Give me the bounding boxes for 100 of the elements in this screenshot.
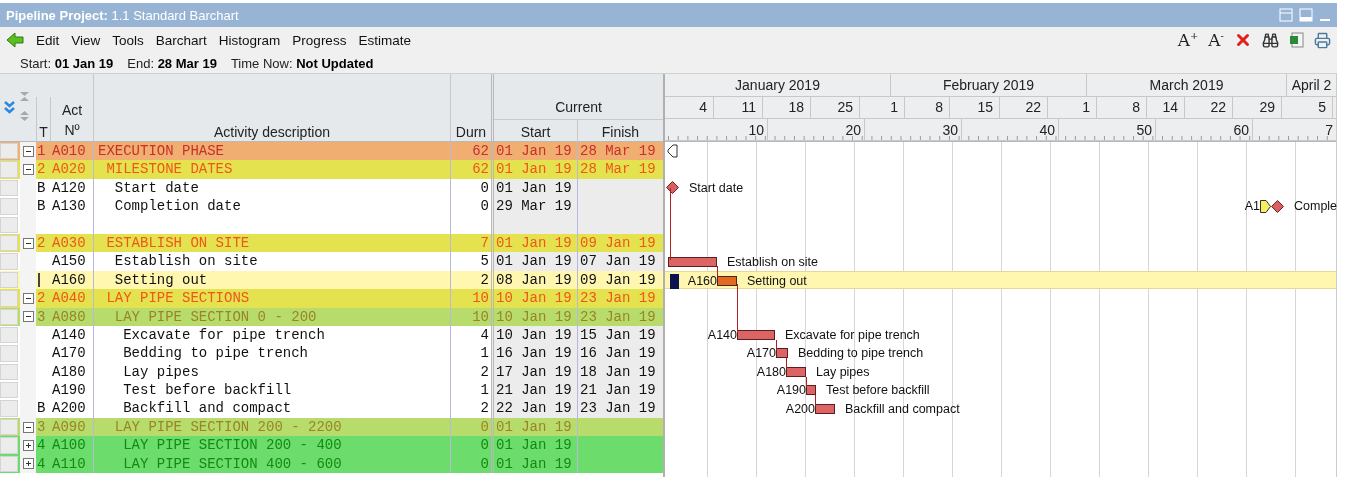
- table-cell: 1: [37, 143, 46, 159]
- font-size-button[interactable]: A$^{+}$: [1177, 30, 1199, 50]
- row-selector[interactable]: [0, 382, 18, 399]
- bar-label: Bedding to pipe trench: [798, 346, 924, 361]
- table-cell: 2: [37, 234, 46, 251]
- bar-label: Excavate for pipe trench: [785, 328, 920, 343]
- collapse-toggle[interactable]: [22, 237, 34, 249]
- font-size-button[interactable]: A$^{-}$: [1208, 30, 1224, 50]
- table-row[interactable]: B A130 Completion date 0 29 Mar 19: [0, 197, 663, 216]
- delete-icon[interactable]: [1234, 31, 1252, 49]
- menu-item[interactable]: Histogram: [218, 32, 281, 48]
- table-cell: 23 Jan 19: [580, 308, 656, 325]
- table-cell: 0: [480, 198, 489, 215]
- table-cell: 62: [472, 161, 489, 178]
- bar-label: A160: [687, 273, 717, 288]
- menu-item[interactable]: Tools: [112, 32, 144, 48]
- task-bar[interactable]: [806, 385, 816, 396]
- expand-all-icon[interactable]: [4, 101, 15, 115]
- table-cell: 01 Jan 19: [496, 455, 572, 472]
- row-selector[interactable]: [0, 198, 18, 215]
- restore-window-icon[interactable]: [1299, 8, 1313, 22]
- milestone-diamond-icon: [666, 181, 679, 195]
- bar-label: A170: [746, 346, 776, 361]
- table-cell: 28 Mar 19: [580, 143, 656, 159]
- table-cell: EXECUTION PHASE: [98, 143, 225, 159]
- milestone-diamond-icon: [1271, 199, 1284, 213]
- table-row[interactable]: A190 Test before backfill 1 21 Jan 19 21 Jan 19: [0, 381, 663, 400]
- table-cell: B: [37, 179, 46, 196]
- row-selector[interactable]: [0, 363, 18, 381]
- task-bar[interactable]: [737, 330, 775, 341]
- table-cell: 2: [480, 400, 489, 417]
- table-cell: 0: [480, 455, 489, 472]
- menu-item[interactable]: Edit: [36, 32, 60, 48]
- menu-item[interactable]: Barchart: [155, 32, 207, 48]
- week-label: 22: [1210, 99, 1226, 116]
- collapse-toggle[interactable]: [22, 311, 34, 323]
- table-row[interactable]: A150 Establish on site 5 01 Jan 19 07 Jan 19: [0, 252, 663, 271]
- week-label: 8: [935, 99, 943, 116]
- task-bar[interactable]: [786, 366, 806, 377]
- table-cell: A010: [52, 143, 86, 159]
- printer-icon[interactable]: [1314, 31, 1331, 49]
- task-bar[interactable]: [668, 256, 717, 267]
- collapse-toggle[interactable]: [22, 164, 34, 176]
- table-cell: 4: [480, 326, 489, 343]
- collapse-toggle[interactable]: [22, 145, 34, 157]
- bar-label: Setting out: [747, 273, 807, 288]
- task-bar[interactable]: [815, 403, 835, 414]
- table-cell: 10: [472, 308, 489, 325]
- collapse-toggle[interactable]: [22, 292, 34, 304]
- table-cell: 10 Jan 19: [496, 290, 572, 307]
- table-cell: 01 Jan 19: [496, 143, 572, 159]
- table-cell: 10 Jan 19: [496, 308, 572, 325]
- window-title: Pipeline Project: 1.1 Standard Barchart: [6, 7, 239, 23]
- tile-window-icon[interactable]: [1279, 8, 1293, 22]
- table-cell: LAY PIPE SECTION 200 - 2200: [114, 418, 342, 435]
- table-cell: 28 Mar 19: [580, 161, 656, 178]
- day-number-label: 10: [748, 121, 764, 138]
- table-cell: 2: [480, 271, 489, 288]
- table-cell: A020: [52, 161, 86, 178]
- table-cell: 21 Jan 19: [580, 382, 656, 399]
- table-cell: ESTABLISH ON SITE: [106, 234, 250, 251]
- table-cell: A140: [52, 326, 86, 343]
- menu-item[interactable]: Estimate: [358, 32, 411, 48]
- bar-label: A180: [756, 364, 786, 379]
- bar-label: Backfill and compact: [845, 401, 960, 416]
- menu-item[interactable]: Progress: [292, 32, 347, 48]
- expand-toggle[interactable]: [22, 458, 34, 470]
- table-cell: Establish on site: [114, 253, 258, 270]
- binoculars-icon[interactable]: [1262, 31, 1279, 49]
- row-selector[interactable]: [0, 345, 18, 362]
- bar-label: Comple: [1294, 199, 1338, 214]
- week-label: 4: [699, 99, 707, 116]
- table-cell: A090: [52, 418, 86, 435]
- task-bar[interactable]: [717, 275, 737, 286]
- day-number-label: 7: [1325, 121, 1333, 138]
- week-label: 11: [741, 99, 756, 116]
- link-line: [717, 266, 718, 276]
- table-cell: B: [37, 400, 46, 417]
- week-label: 29: [1259, 99, 1275, 116]
- menu-item[interactable]: View: [71, 32, 101, 48]
- table-cell: 4: [37, 455, 46, 472]
- table-cell: Completion date: [114, 198, 241, 215]
- collapse-toggle[interactable]: [22, 421, 34, 433]
- task-bar[interactable]: [776, 348, 788, 359]
- week-label: 8: [1132, 99, 1140, 116]
- week-label: 22: [1025, 99, 1041, 116]
- month-label: January 2019: [735, 76, 820, 93]
- table-cell: A130: [52, 198, 86, 215]
- back-arrow-icon[interactable]: [6, 32, 24, 48]
- column-header: Nº: [64, 121, 80, 140]
- link-line: [786, 358, 787, 368]
- table-row[interactable]: A170 Bedding to pipe trench 1 16 Jan 19 16 Jan 19: [0, 344, 663, 363]
- table-row[interactable]: B A200 Backfill and compact 2 22 Jan 19 23 Jan 19: [0, 399, 663, 418]
- expand-toggle[interactable]: [22, 439, 34, 451]
- table-cell: A110: [52, 455, 86, 472]
- table-cell: 08 Jan 19: [496, 271, 572, 288]
- table-cell: 22 Jan 19: [496, 400, 572, 417]
- table-cell: A150: [52, 253, 86, 270]
- spreadsheet-icon[interactable]: [1289, 32, 1304, 48]
- table-cell: 09 Jan 19: [580, 271, 656, 288]
